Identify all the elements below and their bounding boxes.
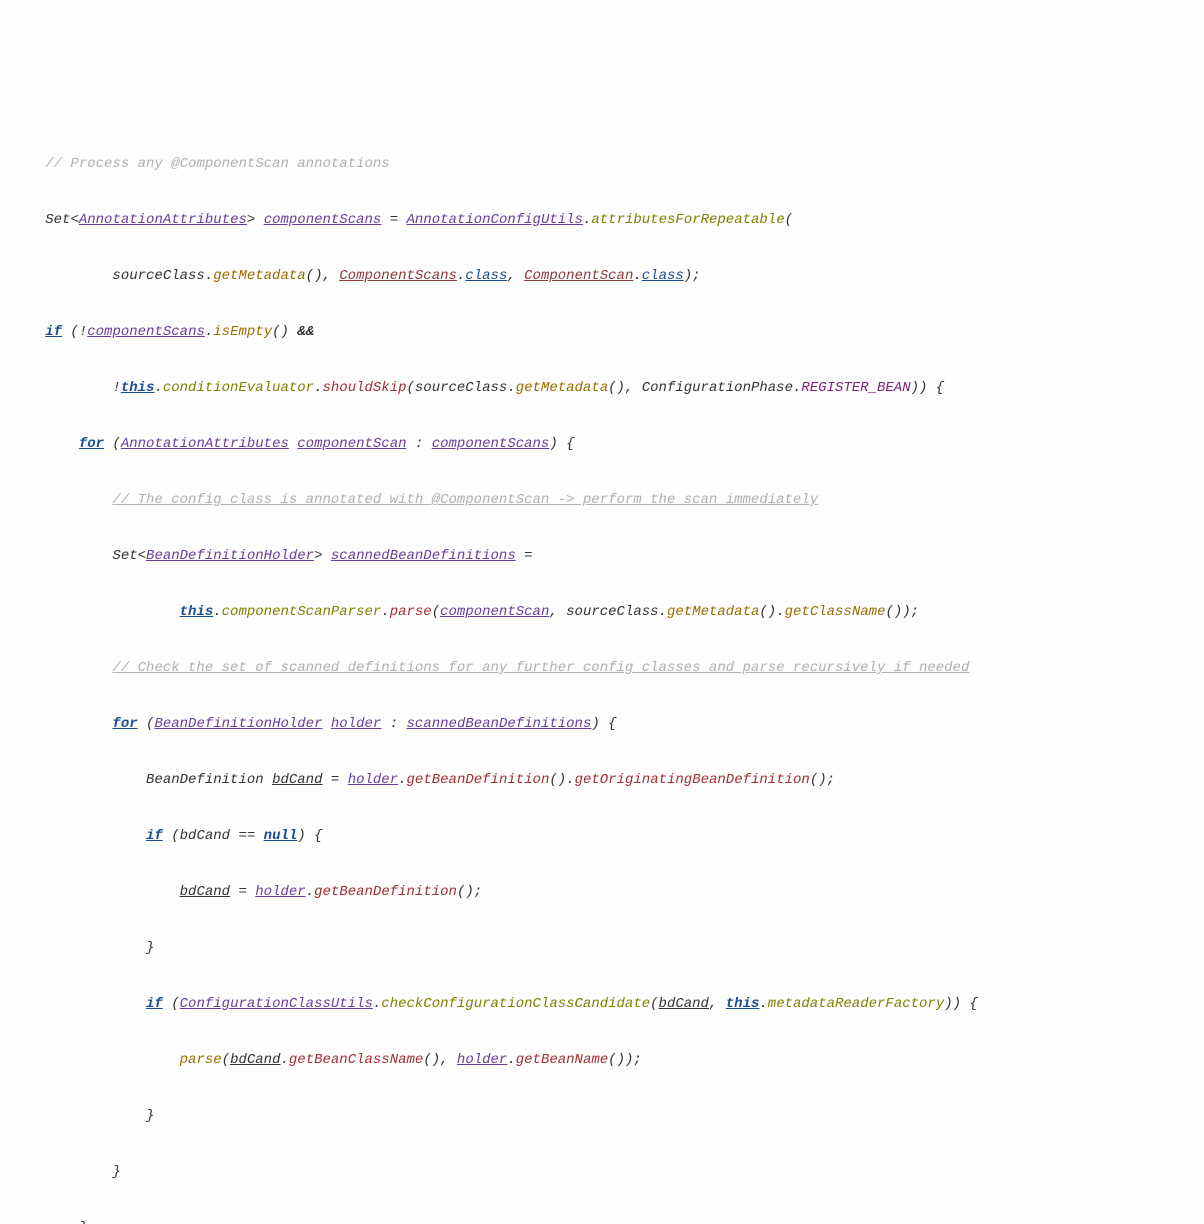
comment-text: // The config class is annotated with @C… (112, 492, 818, 508)
keyword-for: for (79, 436, 104, 452)
code-line-19: } (20, 1158, 1184, 1186)
code-line-2: Set<AnnotationAttributes> componentScans… (20, 206, 1184, 234)
keyword-this: this (726, 996, 760, 1012)
code-line-18: } (20, 1102, 1184, 1130)
var-bd-cand: bdCand (230, 1052, 280, 1068)
class-component-scans: ComponentScans (339, 268, 457, 284)
code-line-16: if (ConfigurationClassUtils.checkConfigu… (20, 990, 1184, 1018)
enum-register-bean: REGISTER_BEAN (801, 380, 910, 396)
type-annotation-attributes: AnnotationAttributes (79, 212, 247, 228)
method-get-bean-definition: getBeanDefinition (314, 884, 457, 900)
var-holder: holder (331, 716, 381, 732)
var-component-scan: componentScan (440, 604, 549, 620)
type-set: Set (112, 548, 137, 564)
keyword-for: for (112, 716, 137, 732)
field-condition-evaluator: conditionEvaluator (163, 380, 314, 396)
var-component-scans: componentScans (87, 324, 205, 340)
code-line-17: parse(bdCand.getBeanClassName(), holder.… (20, 1046, 1184, 1074)
field-component-scan-parser: componentScanParser (222, 604, 382, 620)
type-bean-definition-holder: BeanDefinitionHolder (146, 548, 314, 564)
code-line-11: for (BeanDefinitionHolder holder : scann… (20, 710, 1184, 738)
method-get-bean-definition: getBeanDefinition (407, 772, 550, 788)
code-editor[interactable]: // Process any @ComponentScan annotation… (20, 122, 1184, 1224)
code-line-13: if (bdCand == null) { (20, 822, 1184, 850)
var-component-scans: componentScans (264, 212, 382, 228)
type-bean-definition-holder: BeanDefinitionHolder (154, 716, 322, 732)
type-bean-definition: BeanDefinition (146, 772, 272, 788)
code-line-8: Set<BeanDefinitionHolder> scannedBeanDef… (20, 542, 1184, 570)
brace-close: } (146, 1108, 154, 1124)
keyword-class: class (465, 268, 507, 284)
var-holder: holder (348, 772, 398, 788)
method-get-class-name: getClassName (785, 604, 886, 620)
method-should-skip: shouldSkip (322, 380, 406, 396)
code-line-12: BeanDefinition bdCand = holder.getBeanDe… (20, 766, 1184, 794)
code-line-3: sourceClass.getMetadata(), ComponentScan… (20, 262, 1184, 290)
var-component-scans: componentScans (432, 436, 550, 452)
code-line-15: } (20, 934, 1184, 962)
method-parse: parse (390, 604, 432, 620)
comment-text: // Process any @ComponentScan annotation… (45, 156, 389, 172)
code-line-10: // Check the set of scanned definitions … (20, 654, 1184, 682)
code-line-9: this.componentScanParser.parse(component… (20, 598, 1184, 626)
code-line-5: !this.conditionEvaluator.shouldSkip(sour… (20, 374, 1184, 402)
keyword-if: if (146, 828, 163, 844)
brace-close: } (146, 940, 154, 956)
var-holder: holder (255, 884, 305, 900)
method-get-metadata: getMetadata (667, 604, 759, 620)
var-source-class: sourceClass (112, 268, 204, 284)
keyword-if: if (45, 324, 62, 340)
method-check-configuration-class-candidate: checkConfigurationClassCandidate (381, 996, 650, 1012)
keyword-null: null (264, 828, 298, 844)
var-bd-cand: bdCand (272, 772, 322, 788)
method-attributes-for-repeatable: attributesForRepeatable (591, 212, 784, 228)
code-line-1: // Process any @ComponentScan annotation… (20, 150, 1184, 178)
keyword-if: if (146, 996, 163, 1012)
brace-close: } (112, 1164, 120, 1180)
class-annotation-config-utils: AnnotationConfigUtils (407, 212, 583, 228)
type-annotation-attributes: AnnotationAttributes (121, 436, 289, 452)
keyword-this: this (121, 380, 155, 396)
method-get-originating-bean-definition: getOriginatingBeanDefinition (575, 772, 810, 788)
var-bd-cand: bdCand (659, 996, 709, 1012)
var-bd-cand: bdCand (180, 884, 230, 900)
brace-close: } (79, 1220, 87, 1224)
method-get-metadata: getMetadata (213, 268, 305, 284)
var-component-scan: componentScan (297, 436, 406, 452)
class-configuration-class-utils: ConfigurationClassUtils (180, 996, 373, 1012)
keyword-class: class (642, 268, 684, 284)
type-set: Set (45, 212, 70, 228)
code-line-14: bdCand = holder.getBeanDefinition(); (20, 878, 1184, 906)
code-line-20: } (20, 1214, 1184, 1224)
field-metadata-reader-factory: metadataReaderFactory (768, 996, 944, 1012)
var-holder: holder (457, 1052, 507, 1068)
code-line-4: if (!componentScans.isEmpty() && (20, 318, 1184, 346)
comment-text: // Check the set of scanned definitions … (112, 660, 969, 676)
var-scanned-bean-definitions: scannedBeanDefinitions (407, 716, 592, 732)
keyword-this: this (180, 604, 214, 620)
class-component-scan: ComponentScan (524, 268, 633, 284)
var-scanned-bean-definitions: scannedBeanDefinitions (331, 548, 516, 564)
method-get-metadata: getMetadata (516, 380, 608, 396)
angle-open: < (70, 212, 78, 228)
method-get-bean-class-name: getBeanClassName (289, 1052, 423, 1068)
method-get-bean-name: getBeanName (516, 1052, 608, 1068)
method-parse: parse (180, 1052, 222, 1068)
method-is-empty: isEmpty (213, 324, 272, 340)
code-line-6: for (AnnotationAttributes componentScan … (20, 430, 1184, 458)
code-line-7: // The config class is annotated with @C… (20, 486, 1184, 514)
